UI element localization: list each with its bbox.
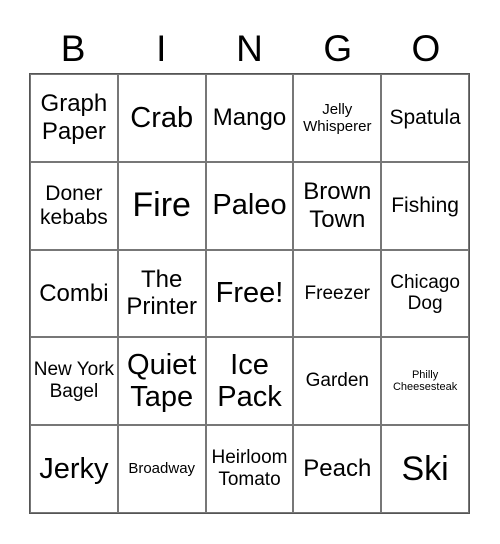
bingo-header: B I N G O	[29, 26, 470, 72]
bingo-cell[interactable]: Peach	[293, 425, 382, 513]
bingo-cell[interactable]: Mango	[205, 74, 294, 162]
bingo-cell[interactable]: Ski	[381, 425, 469, 513]
header-letter-b: B	[60, 28, 86, 69]
bingo-cell[interactable]: Paleo	[205, 161, 294, 250]
bingo-cell[interactable]: Quiet Tape	[117, 337, 206, 426]
bingo-cell[interactable]: Ice Pack	[205, 337, 294, 426]
bingo-cell[interactable]: Jelly Whisperer	[293, 74, 382, 162]
bingo-cell[interactable]: The Printer	[117, 249, 206, 338]
header-letter-n: N	[236, 28, 263, 69]
bingo-cell[interactable]: Doner kebabs	[30, 161, 118, 250]
header-letter-g: G	[323, 28, 353, 69]
bingo-cell[interactable]: Garden	[293, 337, 382, 426]
header-letter-i: I	[156, 28, 167, 69]
bingo-cell[interactable]: Broadway	[117, 425, 206, 513]
header-letter-o: O	[411, 28, 441, 69]
bingo-cell[interactable]: Jerky	[30, 425, 118, 513]
bingo-cell[interactable]: Fishing	[381, 161, 469, 250]
bingo-card-grid: Graph Paper Crab Mango Jelly Whisperer Spatu…	[29, 73, 470, 514]
bingo-cell[interactable]: Chicago Dog	[381, 249, 469, 338]
bingo-cell[interactable]: New York Bagel	[30, 337, 118, 426]
bingo-cell[interactable]: Fire	[117, 161, 206, 250]
bingo-cell[interactable]: Heirloom Tomato	[205, 425, 294, 513]
bingo-cell[interactable]: Graph Paper	[30, 74, 118, 162]
bingo-cell[interactable]: Spatula	[381, 74, 469, 162]
bingo-cell[interactable]: Freezer	[293, 249, 382, 338]
bingo-cell[interactable]: Brown Town	[293, 161, 382, 250]
bingo-cell[interactable]: Philly Cheesesteak	[381, 337, 469, 426]
bingo-cell[interactable]: Crab	[117, 74, 206, 162]
free-space-cell[interactable]: Free!	[205, 249, 294, 338]
bingo-cell[interactable]: Combi	[30, 249, 118, 338]
